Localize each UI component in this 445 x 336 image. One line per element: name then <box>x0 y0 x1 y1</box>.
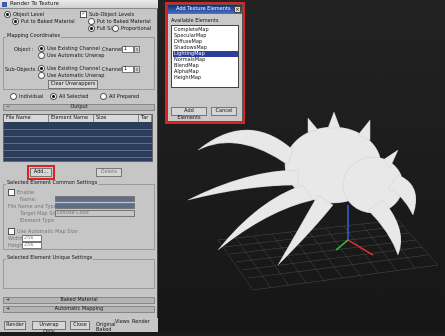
clear-unwrappers-button[interactable]: Clear Unwrappers <box>48 80 98 89</box>
add-button-highlight <box>27 165 55 180</box>
radio-icon <box>38 65 45 72</box>
unwrap-only-button[interactable]: Unwrap Only <box>32 321 66 335</box>
radio-icon <box>38 52 45 59</box>
column-header[interactable]: Element Name <box>49 115 94 122</box>
column-header[interactable]: Tar <box>139 115 152 122</box>
radio-icon <box>38 72 45 79</box>
sub-object-levels-checkbox[interactable]: ✓ Sub-Object Levels <box>80 11 134 18</box>
use-existing-channel-option[interactable]: Use Existing Channel <box>38 45 100 52</box>
radio-icon <box>10 93 17 100</box>
checkbox-icon: ✓ <box>80 11 87 18</box>
radio-icon <box>100 93 107 100</box>
creature-model <box>187 111 417 266</box>
render-to-texture-panel: Render To Texture Object Level ✓ Sub-Obje… <box>0 0 158 335</box>
checkbox-icon <box>8 189 15 196</box>
file-name-type-label: File Name and Type: <box>8 204 59 210</box>
object-level-option[interactable]: Object Level <box>4 11 44 18</box>
window-title: Render To Texture <box>10 1 60 7</box>
window-title-bar: Render To Texture <box>0 0 158 9</box>
all-prepared-option[interactable]: All Prepared <box>100 93 139 100</box>
use-automatic-unwrap-sub-option[interactable]: Use Automatic Unwrap <box>38 72 104 79</box>
radio-icon <box>112 25 119 32</box>
output-elements-table[interactable]: File Name Element Name Size Tar <box>3 114 153 162</box>
output-rollout-header[interactable]: − Output <box>3 104 155 111</box>
radio-icon <box>88 25 95 32</box>
plus-icon: + <box>6 306 11 312</box>
use-auto-map-size-checkbox[interactable]: Use Automatic Map Size <box>8 228 78 235</box>
spinner-arrows-icon[interactable]: ⇕ <box>134 66 140 73</box>
radio-icon <box>50 93 57 100</box>
plus-icon: + <box>6 297 11 303</box>
element-type-label: Element Type: <box>20 218 56 224</box>
radio-icon <box>12 18 19 25</box>
table-row-divider <box>4 157 152 158</box>
table-row-divider <box>4 136 152 137</box>
radio-icon <box>4 11 11 18</box>
table-row-divider <box>4 150 152 151</box>
unique-settings-label: Selected Element Unique Settings <box>6 255 94 261</box>
spinner-arrows-icon[interactable]: ⇕ <box>134 46 140 53</box>
enable-checkbox[interactable]: Enable <box>8 189 34 196</box>
channel-spinner-sub[interactable]: 1 <box>122 66 134 73</box>
dialog-highlight <box>165 2 245 124</box>
use-automatic-unwrap-option[interactable]: Use Automatic Unwrap <box>38 52 104 59</box>
checkbox-icon <box>8 228 15 235</box>
bottom-button-bar: Render Unwrap Only Close Original Baked … <box>0 318 158 335</box>
height-input[interactable]: 256 <box>22 242 42 249</box>
minus-icon: − <box>6 104 11 110</box>
grid-floor <box>217 219 439 291</box>
baked-option[interactable]: Baked <box>96 327 111 333</box>
object-label: Object : <box>14 47 34 53</box>
put-to-baked-material-option[interactable]: Put to Baked Material <box>12 18 75 25</box>
app-icon <box>2 2 7 7</box>
proportional-option[interactable]: Proportional <box>112 25 151 32</box>
radio-icon <box>88 18 95 25</box>
column-header[interactable]: Size <box>94 115 139 122</box>
channel-label-sub: Channel <box>102 67 123 73</box>
column-header[interactable]: File Name <box>4 115 49 122</box>
render-label: Render <box>132 319 150 325</box>
name-label: Name: <box>20 197 37 203</box>
width-input[interactable]: 256 <box>22 235 42 242</box>
baked-material-rollout[interactable]: + Baked Material <box>3 297 155 304</box>
all-selected-option[interactable]: All Selected <box>50 93 88 100</box>
table-row-divider <box>4 129 152 130</box>
delete-button[interactable]: Delete <box>96 168 122 177</box>
sub-objects-label: Sub-Objects : <box>5 67 39 73</box>
target-map-slot-select[interactable]: Diffuse Color <box>55 210 135 217</box>
mapping-coordinates-label: Mapping Coordinates <box>6 33 62 39</box>
radio-icon <box>38 45 45 52</box>
common-settings-label: Selected Element Common Settings <box>6 180 99 186</box>
channel-spinner[interactable]: 1 <box>122 46 134 53</box>
use-existing-channel-sub-option[interactable]: Use Existing Channel <box>38 65 100 72</box>
views-label: Views <box>115 319 130 325</box>
name-input[interactable] <box>55 196 135 202</box>
render-button[interactable]: Render <box>4 321 26 330</box>
individual-option[interactable]: Individual <box>10 93 43 100</box>
close-button[interactable]: Close <box>70 321 90 330</box>
channel-label: Channel <box>102 47 123 53</box>
file-name-input[interactable] <box>55 203 135 209</box>
put-to-baked-material-sub-option[interactable]: Put to Baked Material <box>88 18 151 25</box>
table-row-divider <box>4 143 152 144</box>
unique-settings-group <box>3 259 155 289</box>
automatic-mapping-rollout[interactable]: + Automatic Mapping <box>3 306 155 313</box>
